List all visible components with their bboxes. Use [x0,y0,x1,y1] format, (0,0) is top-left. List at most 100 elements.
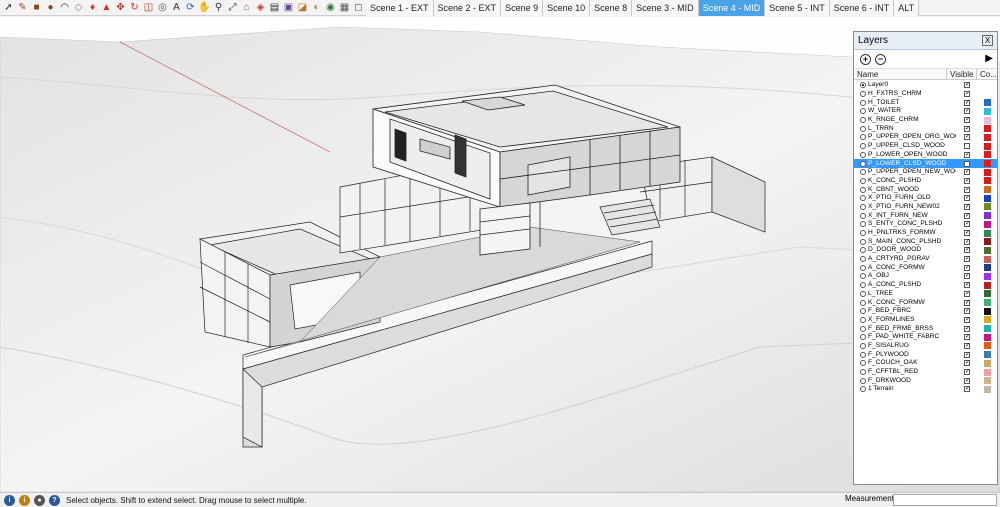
model-info-icon[interactable]: ▤ [268,1,281,14]
layer-color-swatch[interactable] [984,107,991,115]
visible-checkbox[interactable]: ✓ [964,230,970,237]
layer-row[interactable]: K_CONC_PLSHD ✓ [854,177,997,186]
move-icon[interactable]: ✥ [114,1,127,14]
add-layer-button[interactable]: + [860,53,871,65]
layer-row[interactable]: P_LOWER_CLSD_WOOD [854,159,997,168]
layer-color-swatch[interactable] [984,116,991,124]
layer-row[interactable]: F_COUCH_OAK ✓ [854,359,997,368]
active-layer-radio[interactable] [860,264,866,271]
visible-checkbox[interactable]: ✓ [964,377,970,384]
eraser-icon[interactable]: ◇ [72,1,85,14]
layer-row[interactable]: X_FORMLINES ✓ [854,316,997,325]
layer-row[interactable]: S_MAIN_CONC_PLSHD ✓ [854,237,997,246]
column-visible[interactable]: Visible [947,69,977,79]
active-layer-radio[interactable] [860,377,866,384]
layer-name[interactable]: H_PNLTRKS_FORMW [868,229,956,237]
delete-layer-button[interactable]: − [875,53,886,65]
layer-color-swatch[interactable] [984,82,991,89]
layer-name[interactable]: L_TREE [868,290,956,298]
scene-tab[interactable]: Scene 3 - MID [632,0,699,16]
layer-row[interactable]: F_CFFTBL_RED ✓ [854,368,997,377]
visible-checkbox[interactable]: ✓ [964,360,970,367]
layer-color-swatch[interactable] [984,385,991,393]
layer-name[interactable]: K_CONC_FORMW [868,299,956,307]
visible-checkbox[interactable]: ✓ [964,177,970,184]
fog-icon[interactable]: ◉ [324,1,337,14]
layer-name[interactable]: K_CONC_PLSHD [868,177,956,185]
layer-name[interactable]: Layer0 [868,81,956,89]
layer-row[interactable]: A_CONC_FORMW ✓ [854,263,997,272]
xray-icon[interactable]: ▦ [338,1,351,14]
visible-checkbox[interactable]: ✓ [964,247,970,254]
layer-row[interactable]: F_BED_FBRC ✓ [854,307,997,316]
paint-bucket-icon[interactable]: ♦ [86,1,99,14]
layer-color-swatch[interactable] [984,325,991,333]
layer-row[interactable]: S_ENTY_CONC_PLSHD ✓ [854,220,997,229]
layer-row[interactable]: H_TOILET ✓ [854,98,997,107]
active-layer-radio[interactable] [860,273,866,280]
active-layer-radio[interactable] [860,91,866,98]
scene-tab[interactable]: ALT [894,0,920,16]
layer-name[interactable]: W_WATER [868,107,956,115]
close-icon[interactable]: X [982,35,993,46]
active-layer-radio[interactable] [860,360,866,367]
layer-color-swatch[interactable] [984,220,991,228]
extension-icon[interactable]: ◈ [254,1,267,14]
layer-row[interactable]: K_CBNT_WOOD ✓ [854,185,997,194]
visible-checkbox[interactable]: ✓ [964,195,970,202]
layer-row[interactable]: H_PNLTRKS_FORMW ✓ [854,229,997,238]
layer-name[interactable]: F_PLYWOOD [868,351,956,359]
scene-tab[interactable]: Scene 1 - EXT [366,0,434,16]
layer-name[interactable]: K_CBNT_WOOD [868,186,956,194]
layer-color-swatch[interactable] [984,125,991,133]
zoom-extents-icon[interactable]: ⤢ [226,1,239,14]
column-name[interactable]: Name [854,69,947,79]
layer-color-swatch[interactable] [984,333,991,341]
scene-tab[interactable]: Scene 10 [543,0,591,16]
layer-color-swatch[interactable] [984,307,991,315]
visible-checkbox[interactable]: ✓ [964,325,970,332]
layer-name[interactable]: P_LOWER_CLSD_WOOD [868,160,956,168]
layer-row[interactable]: K_RNGE_CHRM ✓ [854,116,997,125]
visible-checkbox[interactable]: ✓ [964,134,970,141]
layer-color-swatch[interactable] [984,133,991,141]
layer-color-swatch[interactable] [984,272,991,280]
active-layer-radio[interactable] [860,169,866,176]
layer-row[interactable]: A_OBJ ✓ [854,272,997,281]
layer-color-swatch[interactable] [984,229,991,237]
active-layer-radio[interactable] [860,160,866,167]
pencil-line-icon[interactable]: ✎ [16,1,29,14]
layer-color-swatch[interactable] [984,177,991,185]
active-layer-radio[interactable] [860,290,866,297]
layer-color-swatch[interactable] [984,351,991,359]
active-layer-radio[interactable] [860,108,866,115]
layer-color-swatch[interactable] [984,299,991,307]
active-layer-radio[interactable] [860,325,866,332]
layer-name[interactable]: A_OBJ [868,272,956,280]
layer-row[interactable]: X_PTIO_FURN_OLD ✓ [854,194,997,203]
model-viewport[interactable] [0,17,1000,492]
visible-checkbox[interactable]: ✓ [964,342,970,349]
layer-row[interactable]: P_LOWER_OPEN_WOOD ✓ [854,151,997,160]
active-layer-radio[interactable] [860,134,866,141]
layer-name[interactable]: D_DOOR_WOOD [868,246,956,254]
active-layer-radio[interactable] [860,316,866,323]
active-layer-radio[interactable] [860,351,866,358]
active-layer-radio[interactable] [860,117,866,124]
visible-checkbox[interactable]: ✓ [964,99,970,106]
active-layer-radio[interactable] [860,203,866,210]
layer-name[interactable]: F_COUCH_OAK [868,359,956,367]
layer-name[interactable]: F_CFFTBL_RED [868,368,956,376]
layer-name[interactable]: P_LOWER_OPEN_WOOD [868,151,956,159]
layer-color-swatch[interactable] [984,212,991,220]
layer-name[interactable]: H_TOILET [868,99,956,107]
layer-name[interactable]: X_PTIO_FURN_NEW02 [868,203,956,211]
layer-color-swatch[interactable] [984,246,991,254]
layer-row[interactable]: 1 Terrain ✓ [854,385,997,394]
layer-name[interactable]: P_UPPER_CLSD_WOOD [868,142,956,150]
scene-tab[interactable]: Scene 2 - EXT [433,0,502,16]
visible-checkbox[interactable]: ✓ [964,108,970,115]
layer-color-swatch[interactable] [984,316,991,324]
section-plane-icon[interactable]: ◪ [296,1,309,14]
details-arrow-icon[interactable]: ▶ [985,53,993,64]
